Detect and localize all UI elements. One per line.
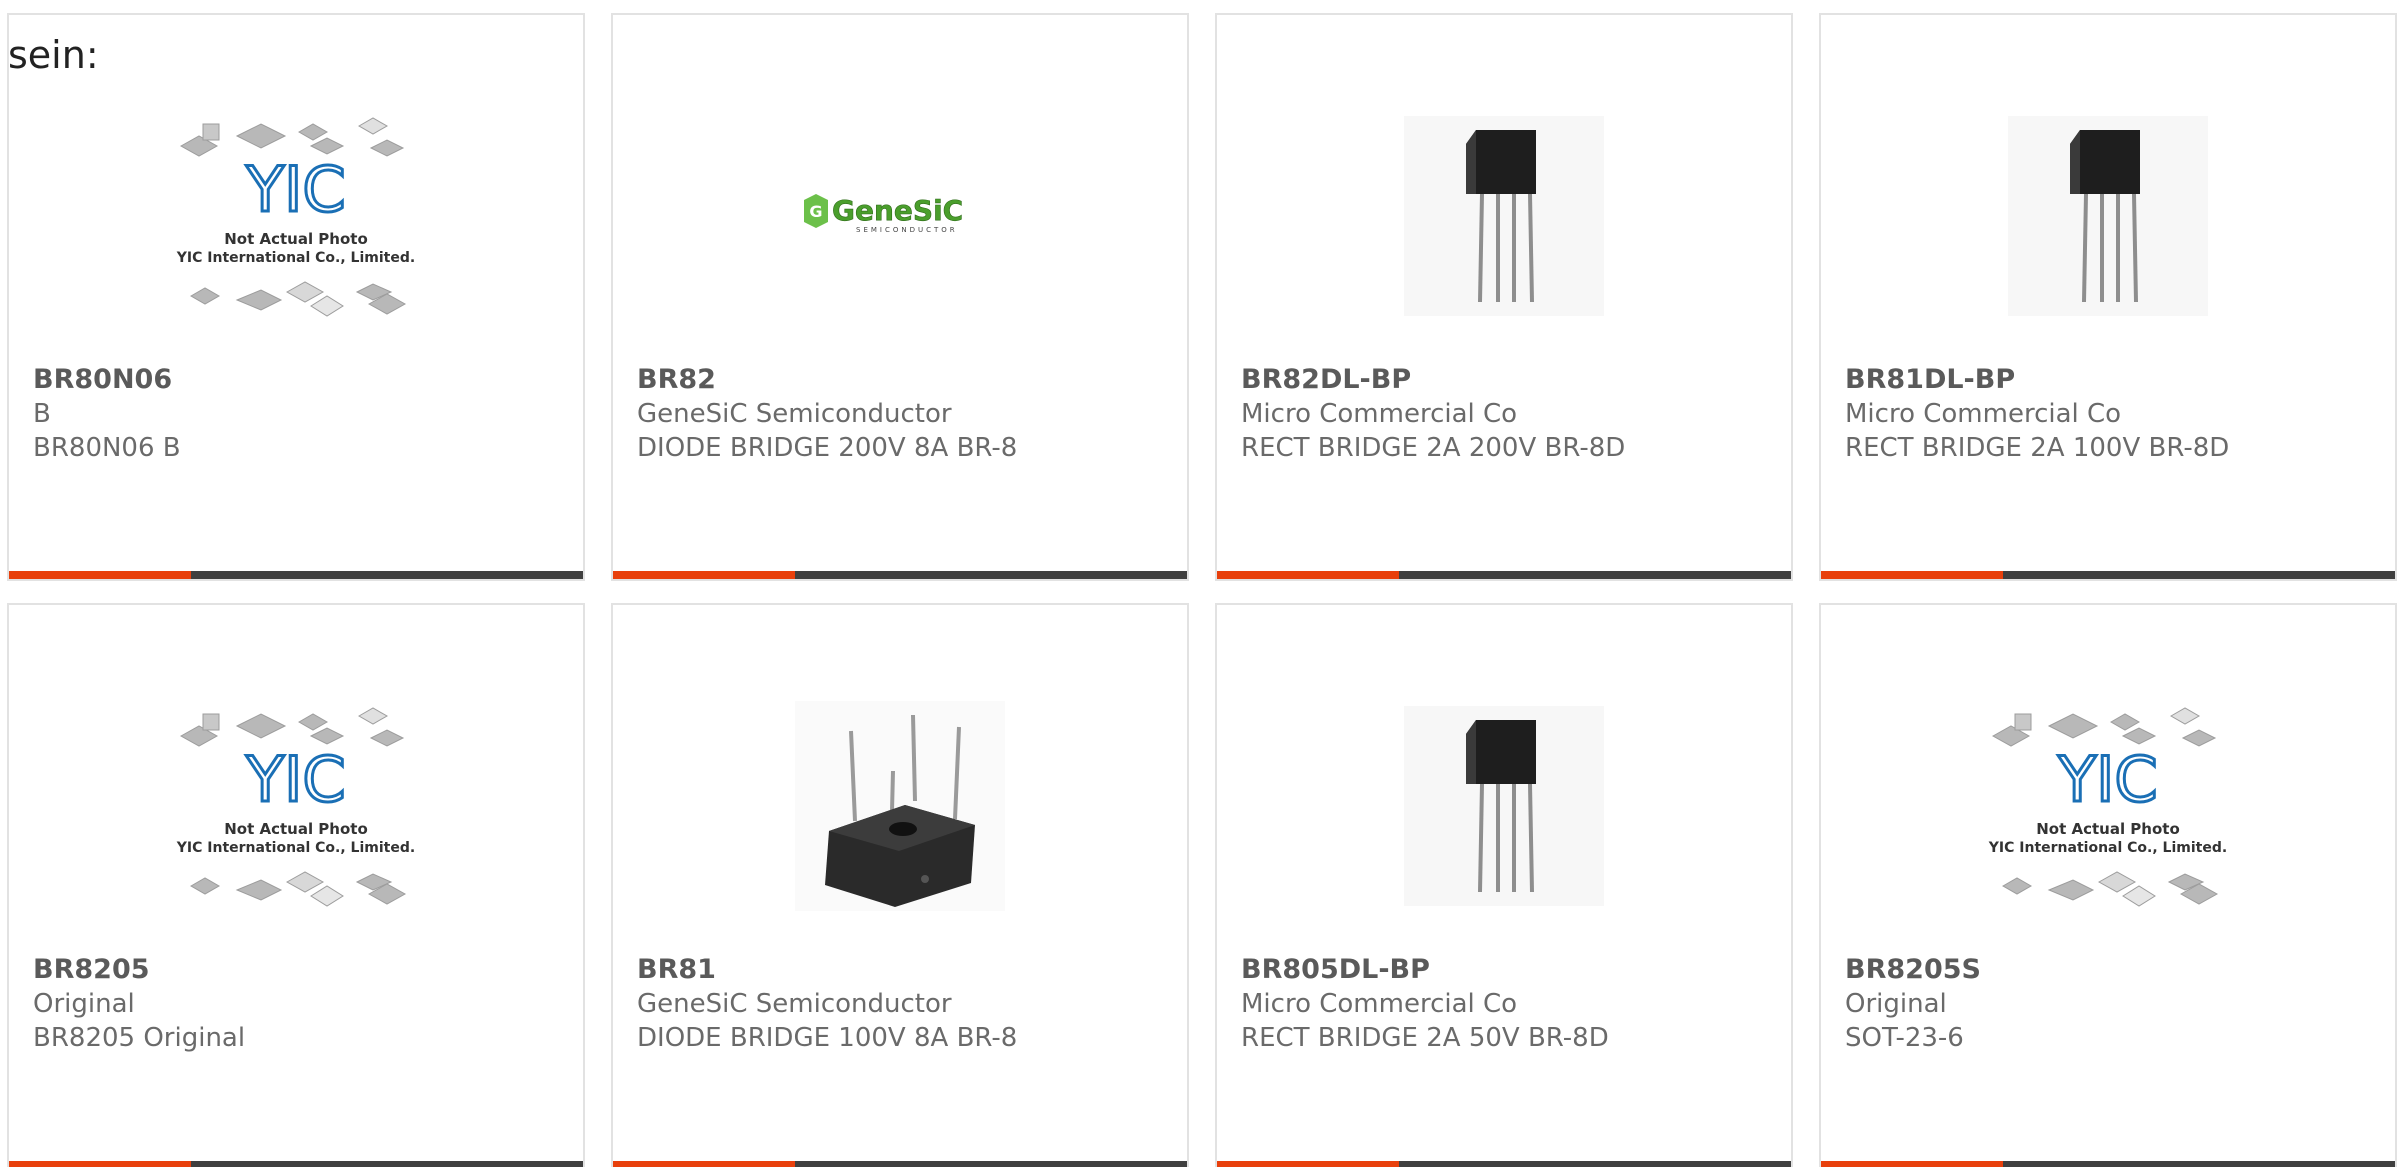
product-card-br80n06[interactable]: YIC Not Actual Photo YIC International C… [7,13,585,581]
product-card-br8205s[interactable]: YIC Not Actual Photo YIC International C… [1819,603,2397,1167]
svg-text:YIC: YIC [2057,743,2157,816]
svg-text:Not Actual Photo: Not Actual Photo [224,230,368,248]
product-card-br81[interactable]: BR81 GeneSiC Semiconductor DIODE BRIDGE … [611,603,1189,1167]
product-image-placeholder[interactable]: YIC Not Actual Photo YIC International C… [161,671,431,941]
card-bottom-bar [9,571,583,579]
card-bar-accent [9,571,191,579]
svg-text:SEMICONDUCTOR: SEMICONDUCTOR [856,226,958,234]
product-info: BR80N06 B BR80N06 B [33,363,563,465]
product-image-placeholder[interactable]: YIC Not Actual Photo YIC International C… [161,81,431,351]
product-card-br82dl-bp[interactable]: BR82DL-BP Micro Commercial Co RECT BRIDG… [1215,13,1793,581]
product-image-sip-bridge[interactable] [1973,81,2243,351]
product-card-br82[interactable]: G GeneSiC SEMICONDUCTOR BR82 GeneSiC Sem… [611,13,1189,581]
card-bar-accent [613,1161,795,1167]
product-info: BR82DL-BP Micro Commercial Co RECT BRIDG… [1241,363,1771,465]
card-bottom-bar [613,571,1187,579]
product-description: SOT-23-6 [1845,1023,1964,1053]
sip-bridge-icon [2008,116,2208,316]
card-bar-accent [9,1161,191,1167]
product-info: BR81DL-BP Micro Commercial Co RECT BRIDG… [1845,363,2375,465]
product-image-placeholder[interactable]: YIC Not Actual Photo YIC International C… [1973,671,2243,941]
product-manufacturer: GeneSiC Semiconductor [637,989,952,1019]
product-description: BR8205 Original [33,1023,246,1053]
product-image-sip-bridge[interactable] [1369,671,1639,941]
card-bar-accent [1821,571,2003,579]
svg-text:GeneSiC: GeneSiC [832,194,963,227]
product-image-square-bridge[interactable] [765,671,1035,941]
card-bar-accent [1217,571,1399,579]
product-image-genesic[interactable]: G GeneSiC SEMICONDUCTOR [765,81,1035,351]
card-bottom-bar [1821,1161,2395,1167]
square-bridge-icon [795,701,1005,911]
svg-text:G: G [809,202,822,221]
product-info: BR8205 Original BR8205 Original [33,953,563,1055]
svg-text:YIC International Co., Limited: YIC International Co., Limited. [176,840,415,856]
genesic-logo-icon: G GeneSiC SEMICONDUCTOR [804,194,964,234]
sip-bridge-icon [1404,116,1604,316]
product-info: BR81 GeneSiC Semiconductor DIODE BRIDGE … [637,953,1167,1055]
product-title[interactable]: BR81 [637,953,1167,987]
product-description: RECT BRIDGE 2A 50V BR-8D [1241,1023,1609,1053]
product-title[interactable]: BR80N06 [33,363,563,397]
yic-placeholder-icon: YIC Not Actual Photo YIC International C… [1988,707,2227,907]
yic-placeholder-icon: YIC Not Actual Photo YIC International C… [176,117,415,317]
product-title[interactable]: BR8205S [1845,953,2375,987]
product-grid-page: sein: YIC Not Actual Photo YIC Internati… [0,0,2400,1167]
card-bottom-bar [1821,571,2395,579]
product-card-br805dl-bp[interactable]: BR805DL-BP Micro Commercial Co RECT BRID… [1215,603,1793,1167]
intro-text: sein: [8,33,99,77]
product-manufacturer: Micro Commercial Co [1241,989,1518,1019]
card-bottom-bar [1217,571,1791,579]
svg-text:YIC: YIC [245,743,345,816]
sip-bridge-icon [1404,706,1604,906]
card-bottom-bar [9,1161,583,1167]
product-manufacturer: Micro Commercial Co [1845,399,2122,429]
yic-placeholder-icon: YIC Not Actual Photo YIC International C… [176,707,415,907]
svg-text:YIC International Co., Limited: YIC International Co., Limited. [1988,840,2227,856]
card-bottom-bar [1217,1161,1791,1167]
product-info: BR8205S Original SOT-23-6 [1845,953,2375,1055]
product-description: DIODE BRIDGE 100V 8A BR-8 [637,1023,1018,1053]
product-manufacturer: Micro Commercial Co [1241,399,1518,429]
svg-text:YIC: YIC [245,153,345,226]
svg-text:YIC International Co., Limited: YIC International Co., Limited. [176,250,415,266]
product-title[interactable]: BR81DL-BP [1845,363,2375,397]
product-image-sip-bridge[interactable] [1369,81,1639,351]
svg-text:Not Actual Photo: Not Actual Photo [224,820,368,838]
product-card-br81dl-bp[interactable]: BR81DL-BP Micro Commercial Co RECT BRIDG… [1819,13,2397,581]
product-title[interactable]: BR8205 [33,953,563,987]
product-info: BR82 GeneSiC Semiconductor DIODE BRIDGE … [637,363,1167,465]
product-title[interactable]: BR805DL-BP [1241,953,1771,987]
product-description: BR80N06 B [33,433,181,463]
product-description: DIODE BRIDGE 200V 8A BR-8 [637,433,1018,463]
product-manufacturer: B [33,399,51,429]
product-manufacturer: Original [1845,989,1947,1019]
product-card-br8205[interactable]: YIC Not Actual Photo YIC International C… [7,603,585,1167]
product-manufacturer: Original [33,989,135,1019]
product-description: RECT BRIDGE 2A 100V BR-8D [1845,433,2230,463]
product-manufacturer: GeneSiC Semiconductor [637,399,952,429]
product-info: BR805DL-BP Micro Commercial Co RECT BRID… [1241,953,1771,1055]
svg-text:Not Actual Photo: Not Actual Photo [2036,820,2180,838]
card-bottom-bar [613,1161,1187,1167]
card-bar-accent [1821,1161,2003,1167]
product-title[interactable]: BR82DL-BP [1241,363,1771,397]
product-title[interactable]: BR82 [637,363,1167,397]
card-bar-accent [613,571,795,579]
card-bar-accent [1217,1161,1399,1167]
product-description: RECT BRIDGE 2A 200V BR-8D [1241,433,1626,463]
